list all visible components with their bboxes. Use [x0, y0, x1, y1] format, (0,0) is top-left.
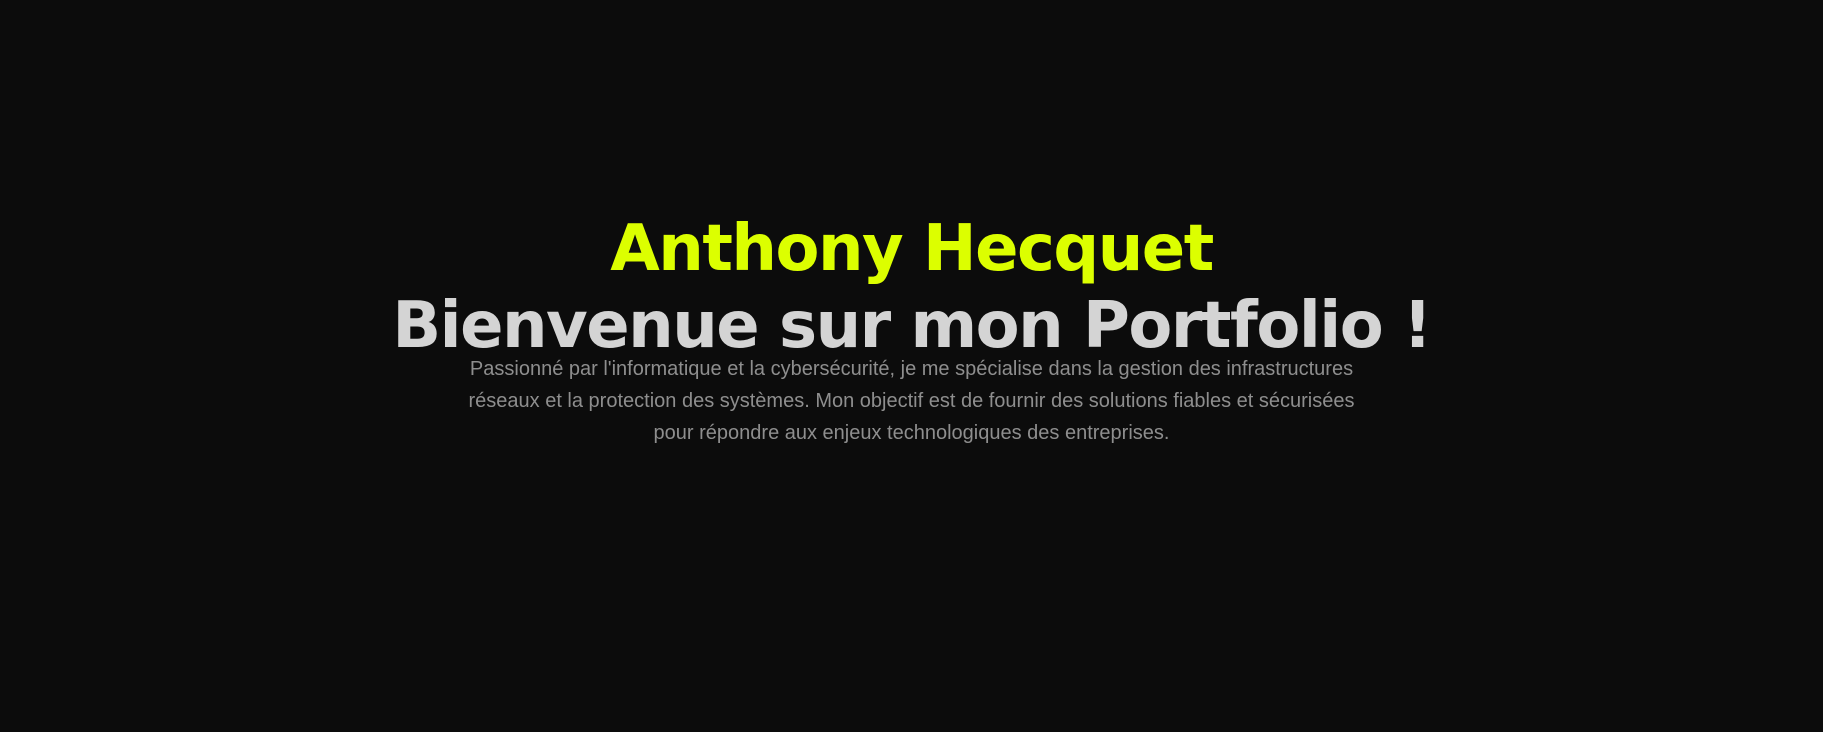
hero-name: Anthony Hecquet — [610, 211, 1214, 286]
hero-section: Anthony Hecquet Bienvenue sur mon Portfo… — [0, 0, 1823, 732]
hero-intro: Passionné par l'informatique et la cyber… — [436, 353, 1387, 449]
hero-intro-line: réseaux et la protection des systèmes. M… — [468, 390, 1355, 412]
hero-intro-line: Passionné par l'informatique et la cyber… — [469, 358, 1354, 380]
hero-intro-line: pour répondre aux enjeux technologiques … — [653, 422, 1170, 444]
